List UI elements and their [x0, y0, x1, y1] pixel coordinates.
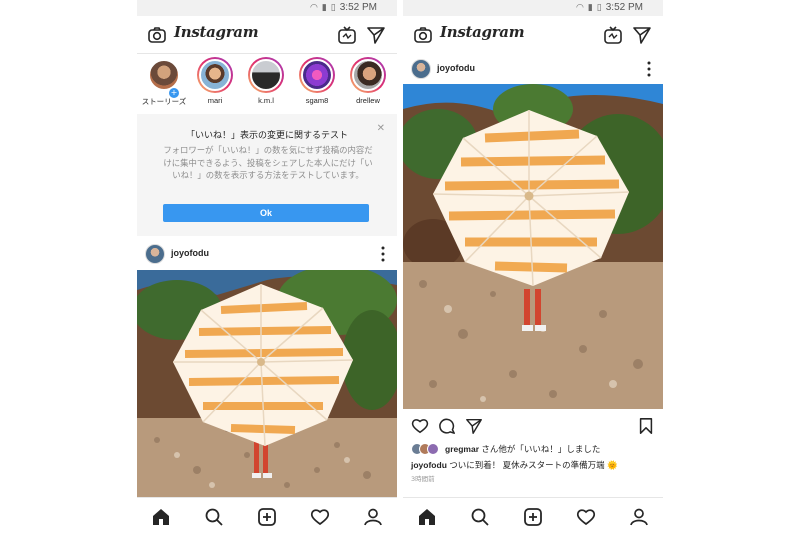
likes-username[interactable]: gregmar	[445, 444, 479, 454]
app-logo: Instagram	[440, 23, 525, 41]
avatar	[427, 443, 439, 455]
more-options-icon[interactable]	[381, 246, 385, 262]
more-options-icon[interactable]	[647, 61, 651, 77]
igtv-icon[interactable]	[337, 25, 357, 45]
top-bar: Instagram	[137, 16, 397, 54]
wifi-icon: ◠	[309, 2, 318, 13]
stories-tray: + ストーリーズ mari k.m.l sgam8 drellew	[137, 54, 397, 112]
add-story-icon[interactable]: +	[168, 87, 180, 99]
story-label: drellew	[356, 96, 380, 105]
phone-screen-feed-with-notice: ◠ ▮ ▯ 3:52 PM Instagram + ストーリーズ mari k.…	[137, 0, 397, 533]
home-icon[interactable]	[151, 507, 171, 527]
likes-text: さん他が「いいね！」しました	[481, 444, 601, 454]
avatar	[301, 59, 333, 91]
caption-text: ついに到着！ 夏休みスタートの準備万端 🌞	[449, 460, 618, 470]
camera-icon[interactable]	[147, 25, 167, 45]
signal-icon: ▮	[321, 2, 327, 13]
bottom-navigation	[403, 497, 663, 533]
post-header: joyofodu	[403, 53, 663, 85]
profile-icon[interactable]	[629, 507, 649, 527]
ok-button[interactable]: Ok	[163, 204, 369, 222]
search-icon[interactable]	[204, 507, 224, 527]
story-label: k.m.l	[258, 96, 274, 105]
story-label: ストーリーズ	[141, 97, 187, 106]
signal-icon: ▮	[587, 2, 593, 13]
avatar	[250, 59, 282, 91]
story-item[interactable]: sgam8	[294, 57, 340, 105]
add-post-icon[interactable]	[257, 507, 277, 527]
top-bar: Instagram	[403, 16, 663, 54]
heart-icon[interactable]	[576, 507, 596, 527]
status-time: 3:52 PM	[605, 2, 643, 13]
likes-test-notice: 「いいね！」表示の変更に関するテスト ✕ フォロワーが「いいね！」の数を気にせず…	[137, 114, 397, 236]
story-label: mari	[207, 96, 223, 105]
avatar[interactable]	[411, 59, 431, 79]
wifi-icon: ◠	[575, 2, 584, 13]
status-time: 3:52 PM	[339, 2, 377, 13]
phone-screen-post-detail: ◠ ▮ ▯ 3:52 PM Instagram joyofodu gregmar…	[403, 0, 663, 533]
home-icon[interactable]	[417, 507, 437, 527]
bottom-navigation	[137, 497, 397, 533]
post-username[interactable]: joyofodu	[437, 63, 475, 73]
battery-icon: ▯	[596, 2, 602, 13]
comment-icon[interactable]	[438, 417, 456, 435]
likes-summary[interactable]: gregmar さん他が「いいね！」しました	[411, 442, 600, 456]
post-photo[interactable]	[137, 270, 397, 497]
app-logo: Instagram	[174, 23, 259, 41]
profile-icon[interactable]	[363, 507, 383, 527]
bookmark-icon[interactable]	[637, 417, 655, 435]
status-bar: ◠ ▮ ▯ 3:52 PM	[137, 0, 397, 16]
post-caption: joyofodu ついに到着！ 夏休みスタートの準備万端 🌞	[411, 459, 618, 471]
notice-title: 「いいね！」表示の変更に関するテスト	[185, 131, 348, 141]
status-bar: ◠ ▮ ▯ 3:52 PM	[403, 0, 663, 16]
post-header: joyofodu	[137, 238, 397, 270]
heart-icon[interactable]	[310, 507, 330, 527]
story-item[interactable]: drellew	[345, 57, 391, 105]
direct-message-icon[interactable]	[366, 25, 386, 45]
direct-message-icon[interactable]	[632, 25, 652, 45]
battery-icon: ▯	[330, 2, 336, 13]
post-action-bar	[403, 409, 663, 443]
story-own[interactable]: + ストーリーズ	[141, 57, 187, 107]
search-icon[interactable]	[470, 507, 490, 527]
story-item[interactable]: mari	[192, 57, 238, 105]
avatar	[352, 59, 384, 91]
avatar	[199, 59, 231, 91]
igtv-icon[interactable]	[603, 25, 623, 45]
story-item[interactable]: k.m.l	[243, 57, 289, 105]
post-username[interactable]: joyofodu	[171, 248, 209, 258]
close-icon[interactable]: ✕	[377, 123, 385, 134]
share-icon[interactable]	[465, 417, 483, 435]
caption-username[interactable]: joyofodu	[411, 460, 447, 470]
notice-body: フォロワーが「いいね！」の数を気にせず投稿の内容だけに集中できるよう、投稿をシェ…	[163, 145, 373, 180]
avatar[interactable]	[145, 244, 165, 264]
post-photo[interactable]	[403, 84, 663, 409]
like-heart-icon[interactable]	[411, 417, 429, 435]
post-timestamp: 3時間前	[411, 475, 435, 483]
story-label: sgam8	[305, 96, 329, 105]
add-post-icon[interactable]	[523, 507, 543, 527]
camera-icon[interactable]	[413, 25, 433, 45]
